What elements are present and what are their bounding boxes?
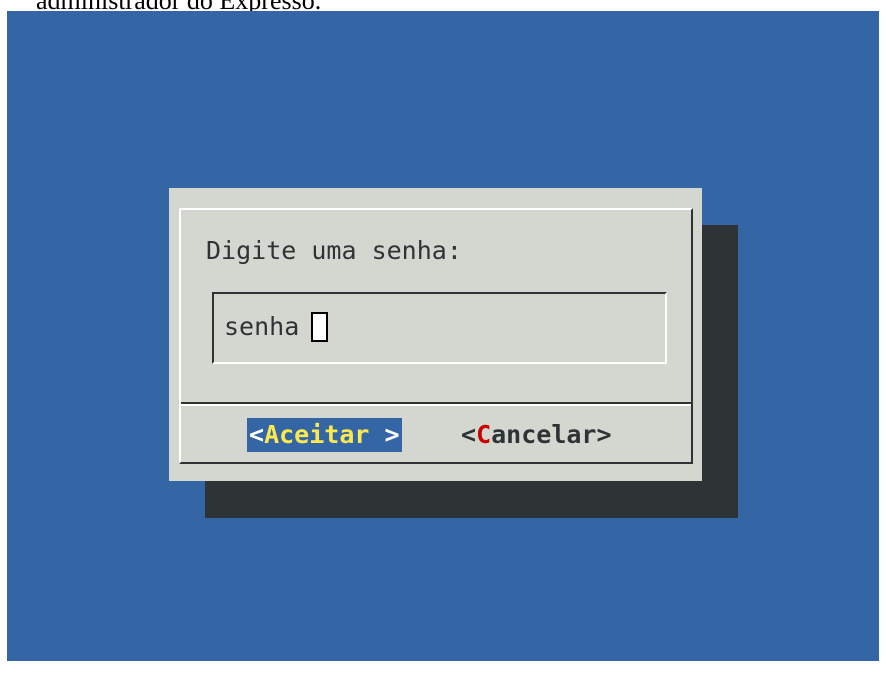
- password-dialog: Digite uma senha: senha <Aceitar > <Canc…: [169, 188, 702, 481]
- accept-close-bracket: >: [369, 420, 400, 449]
- password-prompt: Digite uma senha:: [206, 236, 462, 265]
- password-input-value: senha: [224, 312, 300, 341]
- cancel-open-bracket: <: [461, 420, 477, 449]
- accept-hotkey: A: [264, 420, 280, 449]
- terminal-screen: Digite uma senha: senha <Aceitar > <Canc…: [7, 11, 879, 661]
- cancel-button[interactable]: <Cancelar>: [461, 418, 612, 452]
- accept-button[interactable]: <Aceitar >: [247, 418, 402, 452]
- text-cursor: [311, 312, 328, 342]
- accept-label: ceitar: [279, 420, 370, 449]
- password-input[interactable]: senha: [212, 292, 667, 364]
- accept-open-bracket: <: [249, 420, 265, 449]
- button-separator-highlight: [181, 404, 691, 406]
- cancel-label: ancelar: [491, 420, 597, 449]
- cancel-close-bracket: >: [596, 420, 612, 449]
- cancel-hotkey: C: [476, 420, 492, 449]
